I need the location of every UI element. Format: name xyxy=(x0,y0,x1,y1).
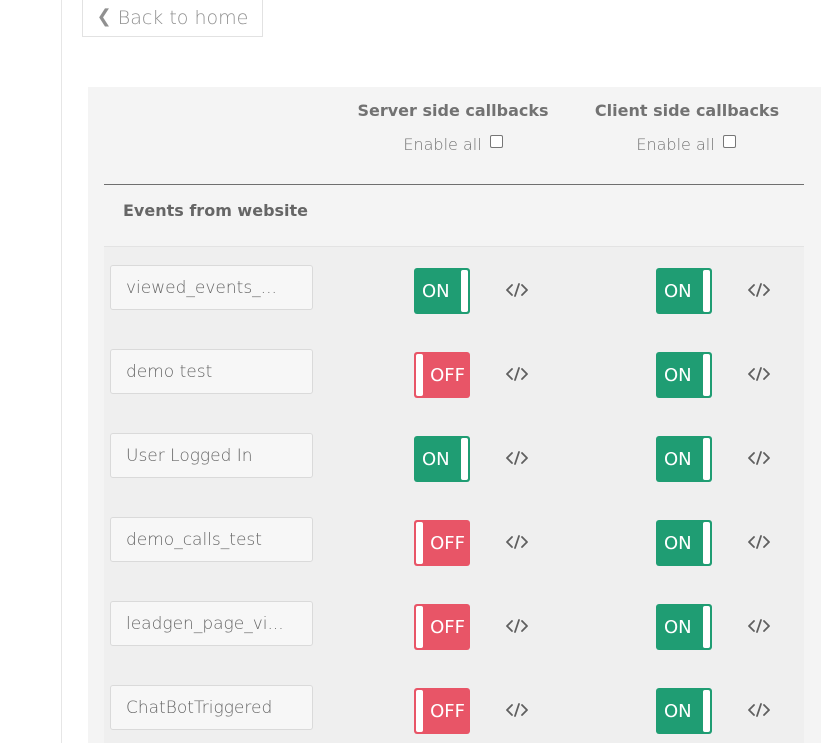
code-icon[interactable] xyxy=(747,534,771,550)
back-to-home-label: Back to home xyxy=(117,6,249,29)
code-icon[interactable] xyxy=(505,450,529,466)
server-toggle[interactable]: ON xyxy=(414,268,470,314)
server-side-header: Server side callbacks xyxy=(357,101,549,120)
events-list: viewed_events_... ON ON demo test OFF ON… xyxy=(104,247,804,743)
event-row: demo test OFF ON xyxy=(104,331,804,415)
client-toggle[interactable]: ON xyxy=(656,352,712,398)
server-enable-all-label: Enable all xyxy=(403,135,482,154)
code-icon[interactable] xyxy=(505,534,529,550)
code-icon[interactable] xyxy=(505,702,529,718)
callbacks-header: Server side callbacks Client side callba… xyxy=(88,87,821,185)
server-toggle[interactable]: OFF xyxy=(414,604,470,650)
client-toggle[interactable]: ON xyxy=(656,520,712,566)
client-enable-all-label: Enable all xyxy=(636,135,715,154)
code-icon[interactable] xyxy=(747,702,771,718)
code-icon[interactable] xyxy=(505,282,529,298)
code-icon[interactable] xyxy=(747,450,771,466)
event-name: ChatBotTriggered xyxy=(110,685,313,730)
code-icon[interactable] xyxy=(505,618,529,634)
back-to-home-button[interactable]: ❮ Back to home xyxy=(82,0,263,37)
client-toggle[interactable]: ON xyxy=(656,268,712,314)
event-name: leadgen_page_vi... xyxy=(110,601,313,646)
server-enable-all-checkbox[interactable] xyxy=(489,135,503,148)
event-row: demo_calls_test OFF ON xyxy=(104,499,804,583)
event-name: demo_calls_test xyxy=(110,517,313,562)
event-name: User Logged In xyxy=(110,433,313,478)
events-section-title: Events from website xyxy=(123,201,309,220)
event-name: demo test xyxy=(110,349,313,394)
code-icon[interactable] xyxy=(747,282,771,298)
code-icon[interactable] xyxy=(505,366,529,382)
server-enable-all: Enable all xyxy=(343,135,563,154)
chevron-left-icon: ❮ xyxy=(96,5,112,27)
code-icon[interactable] xyxy=(747,366,771,382)
client-side-header: Client side callbacks xyxy=(594,101,780,120)
event-row: ChatBotTriggered OFF ON xyxy=(104,667,804,751)
client-toggle[interactable]: ON xyxy=(656,688,712,734)
callbacks-panel: Server side callbacks Client side callba… xyxy=(88,87,821,743)
left-rail xyxy=(61,0,62,743)
server-toggle[interactable]: ON xyxy=(414,436,470,482)
code-icon[interactable] xyxy=(747,618,771,634)
client-enable-all-checkbox[interactable] xyxy=(722,135,736,148)
client-enable-all: Enable all xyxy=(576,135,796,154)
event-row: User Logged In ON ON xyxy=(104,415,804,499)
server-toggle[interactable]: OFF xyxy=(414,352,470,398)
server-toggle[interactable]: OFF xyxy=(414,520,470,566)
events-section-header: Events from website xyxy=(104,185,804,247)
client-toggle[interactable]: ON xyxy=(656,436,712,482)
event-row: viewed_events_... ON ON xyxy=(104,247,804,331)
event-name: viewed_events_... xyxy=(110,265,313,310)
server-toggle[interactable]: OFF xyxy=(414,688,470,734)
event-row: leadgen_page_vi... OFF ON xyxy=(104,583,804,667)
client-toggle[interactable]: ON xyxy=(656,604,712,650)
